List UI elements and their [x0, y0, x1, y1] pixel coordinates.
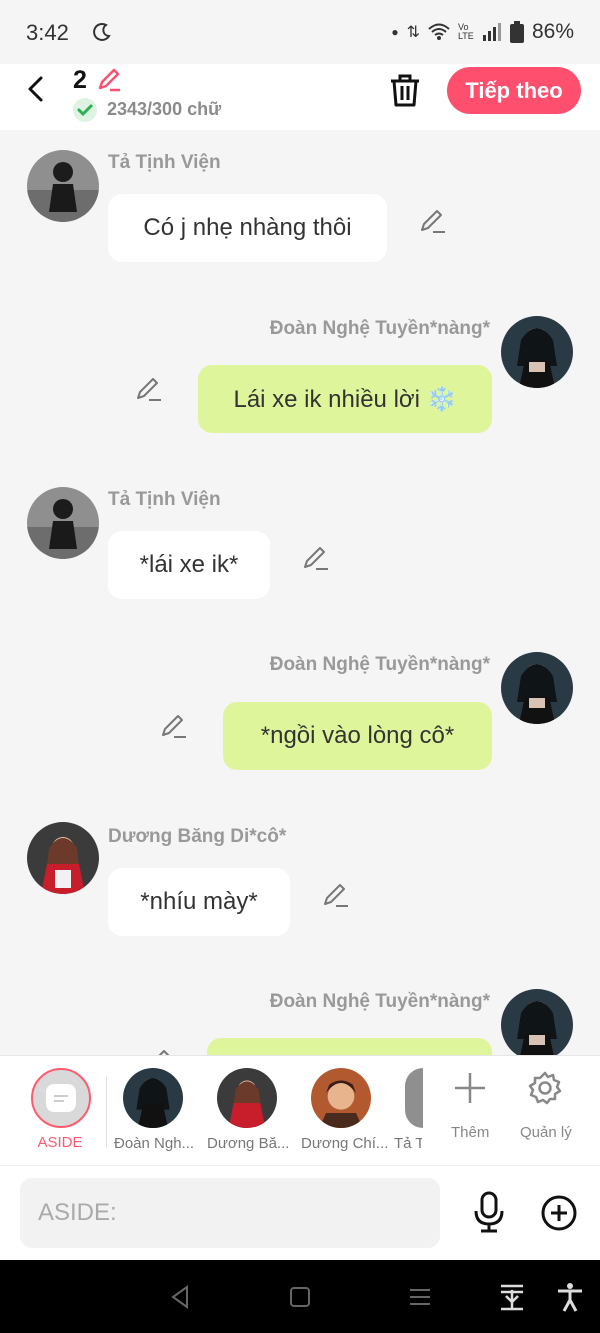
- character-bar: ASIDE Đoàn Ngh... Dương Bă... Dương Chí.…: [0, 1055, 600, 1166]
- editor-header: 2 2343/300 chữ Tiếp theo: [0, 64, 600, 130]
- add-icon[interactable]: [452, 1070, 488, 1106]
- battery-icon: [509, 21, 524, 43]
- status-bar: 3:42 ● ⇅ Vo LTE 86%: [0, 0, 600, 64]
- message-bubble[interactable]: Lái xe ik nhiều lời ❄️: [198, 365, 492, 433]
- status-time: 3:42: [26, 20, 69, 45]
- edit-message-pencil-icon[interactable]: [145, 1046, 173, 1055]
- word-count: 2343/300 chữ: [107, 99, 222, 119]
- message-sender: Dương Băng Di*cô*: [108, 826, 287, 847]
- avatar[interactable]: [27, 822, 99, 894]
- character-avatar[interactable]: [123, 1068, 183, 1128]
- avatar[interactable]: [27, 487, 99, 559]
- aside-icon: [46, 1084, 76, 1112]
- edit-message-pencil-icon[interactable]: [301, 543, 329, 571]
- message-sender: Đoàn Nghệ Tuyền*nàng*: [269, 654, 490, 675]
- back-arrow-icon[interactable]: [22, 74, 52, 104]
- edit-message-pencil-icon[interactable]: [134, 374, 162, 402]
- trash-icon[interactable]: [388, 72, 422, 108]
- wifi-icon: [428, 23, 450, 40]
- accessibility-icon[interactable]: [555, 1282, 585, 1312]
- microphone-icon[interactable]: [470, 1191, 508, 1233]
- home-nav-icon[interactable]: [285, 1282, 315, 1312]
- next-button[interactable]: Tiếp theo: [447, 67, 581, 114]
- character-label: Tả T: [394, 1135, 422, 1152]
- message-bubble[interactable]: Có j nhẹ nhàng thôi: [108, 194, 387, 262]
- edit-title-pencil-icon[interactable]: [96, 66, 122, 92]
- aside-button[interactable]: [31, 1068, 91, 1128]
- message-sender: Tả Tịnh Viện: [108, 489, 221, 510]
- message-sender: Tả Tịnh Viện: [108, 152, 221, 173]
- edit-message-pencil-icon[interactable]: [418, 206, 446, 234]
- aside-label: ASIDE: [37, 1134, 83, 1151]
- add-character-label[interactable]: Thêm: [451, 1124, 489, 1141]
- avatar[interactable]: [27, 150, 99, 222]
- check-icon: [73, 98, 97, 122]
- collapse-nav-icon[interactable]: [497, 1282, 527, 1312]
- back-nav-icon[interactable]: [165, 1282, 195, 1312]
- character-avatar[interactable]: [311, 1068, 371, 1128]
- edit-message-pencil-icon[interactable]: [321, 880, 349, 908]
- data-arrows-icon: ⇅: [406, 24, 420, 41]
- avatar[interactable]: [501, 652, 573, 724]
- composer-bar: ASIDE:: [0, 1165, 600, 1261]
- manage-label[interactable]: Quản lý: [520, 1124, 572, 1141]
- character-avatar[interactable]: [405, 1068, 423, 1128]
- dot-icon: ●: [391, 25, 399, 39]
- avatar[interactable]: [501, 989, 573, 1055]
- battery-level: 86%: [531, 20, 574, 43]
- character-label: Đoàn Ngh...: [114, 1135, 195, 1152]
- chat-area[interactable]: Tả Tịnh Viện Có j nhẹ nhàng thôi Đoàn Ng…: [0, 130, 600, 1055]
- character-avatar[interactable]: [217, 1068, 277, 1128]
- avatar[interactable]: [501, 316, 573, 388]
- message-bubble[interactable]: *ngồi vào lòng cô*: [223, 702, 492, 770]
- episode-number: 2: [73, 66, 87, 94]
- character-label: Dương Bă...: [207, 1135, 290, 1152]
- divider: [106, 1076, 107, 1148]
- signal-icon: [482, 23, 501, 41]
- do-not-disturb-icon: [93, 23, 111, 41]
- add-circle-icon[interactable]: [540, 1194, 578, 1232]
- message-input[interactable]: ASIDE:: [20, 1178, 440, 1248]
- character-label: Dương Chí...: [301, 1135, 389, 1152]
- message-bubble[interactable]: *nhíu mày*: [108, 868, 290, 936]
- gear-icon[interactable]: [527, 1070, 563, 1106]
- system-nav-bar: [0, 1260, 600, 1333]
- message-sender: Đoàn Nghệ Tuyền*nàng*: [269, 318, 490, 339]
- message-bubble[interactable]: *lái xe ik*: [108, 531, 270, 599]
- edit-message-pencil-icon[interactable]: [159, 711, 187, 739]
- recents-nav-icon[interactable]: [405, 1282, 435, 1312]
- message-bubble[interactable]: [207, 1038, 492, 1055]
- message-sender: Đoàn Nghệ Tuyền*nàng*: [269, 991, 490, 1012]
- volte-label: Vo LTE: [457, 22, 474, 41]
